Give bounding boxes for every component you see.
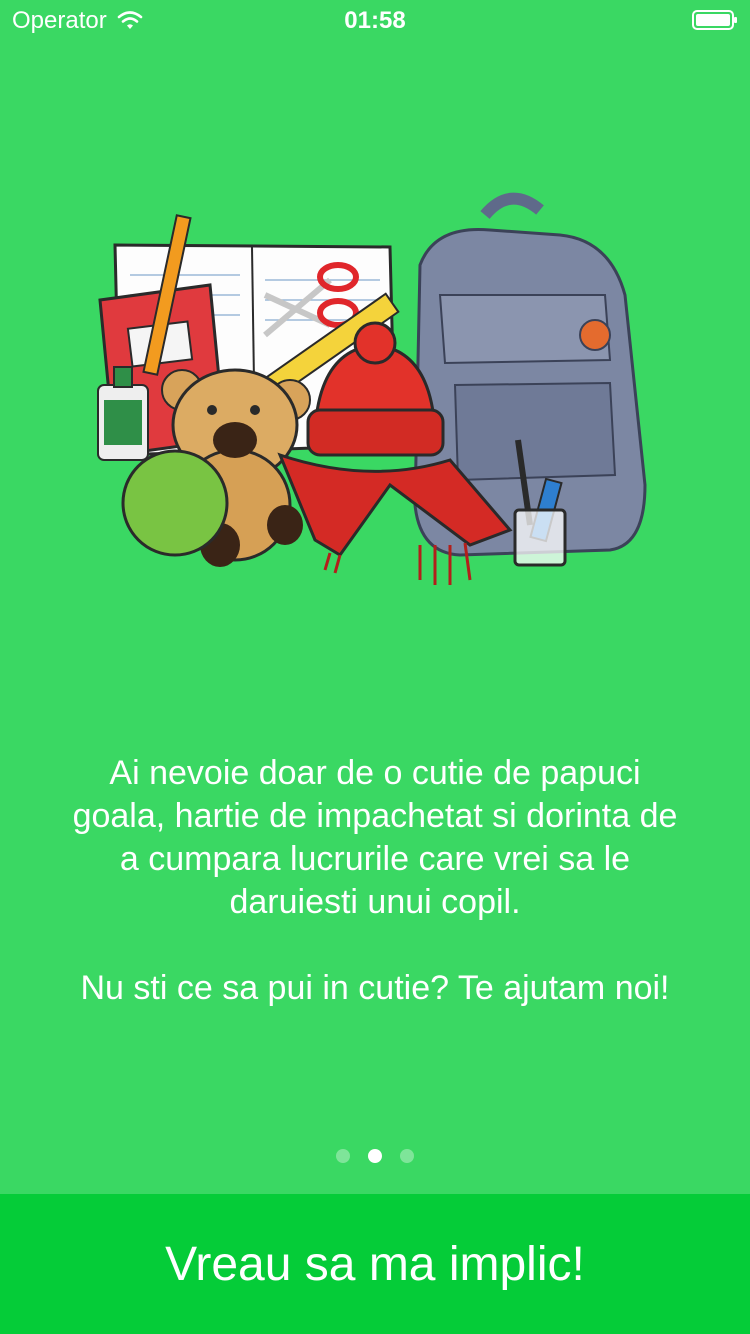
page-dot[interactable]	[400, 1149, 414, 1163]
status-time: 01:58	[344, 7, 406, 34]
message-paragraph: Ai nevoie doar de o cutie de papuci goal…	[72, 754, 678, 921]
ball-icon	[121, 449, 229, 557]
donation-items-illustration	[97, 192, 647, 585]
onboarding-message: Ai nevoie doar de o cutie de papuci goal…	[60, 752, 690, 1010]
onboarding-screen: Operator 01:58 Ai nevoie doar de o cutie…	[0, 0, 750, 1334]
page-indicator[interactable]	[0, 1149, 750, 1163]
message-paragraph: Nu sti ce sa pui in cutie? Te ajutam noi…	[80, 969, 670, 1007]
page-dot-active[interactable]	[368, 1149, 382, 1163]
status-bar: Operator 01:58	[0, 0, 750, 40]
page-dot[interactable]	[336, 1149, 350, 1163]
battery-icon	[692, 10, 737, 30]
get-involved-button[interactable]: Vreau sa ma implic!	[0, 1194, 750, 1334]
